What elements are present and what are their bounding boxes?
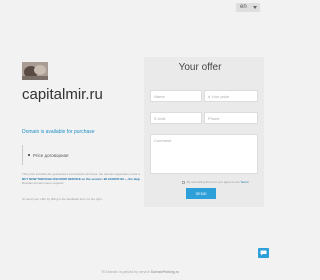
- terms-link[interactable]: Terms: [240, 180, 248, 184]
- phone-input[interactable]: Phone: [204, 112, 258, 124]
- footer: Tti Domain is parked by service DomainPa…: [0, 270, 280, 274]
- price-block: Price договорная: [22, 145, 134, 165]
- availability-text: Domain is available for purchase: [22, 129, 95, 135]
- email-placeholder: E-mail: [154, 116, 166, 121]
- price-input[interactable]: # Your price: [204, 90, 258, 102]
- terms-line: Russian domain name registrar: [22, 181, 64, 185]
- terms-checkbox[interactable]: [182, 180, 185, 184]
- comment-textarea[interactable]: Comment: [150, 134, 258, 174]
- name-input[interactable]: Name: [150, 90, 202, 102]
- offer-panel: [144, 57, 264, 207]
- email-input[interactable]: E-mail: [150, 112, 202, 124]
- language-selector[interactable]: en: [236, 3, 260, 12]
- phone-placeholder: Phone: [208, 116, 220, 121]
- price-label: Price договорная: [33, 153, 69, 158]
- terms-agreement: By submitting this form you agree to the…: [182, 180, 249, 184]
- send-button[interactable]: SEND: [186, 188, 216, 199]
- terms-prefix: By submitting this form you agree to the: [186, 180, 240, 184]
- domain-logo-image: [22, 62, 48, 80]
- chevron-down-icon: [253, 6, 257, 9]
- footer-link[interactable]: DomainParking.ru: [151, 270, 179, 274]
- comment-placeholder: Comment: [154, 138, 172, 143]
- language-label: en: [240, 4, 247, 10]
- domain-name: capitalmir.ru: [22, 86, 103, 103]
- bullet-icon: [28, 154, 30, 156]
- terms-line: This price includes the guarantee's comm…: [22, 172, 140, 176]
- price-placeholder: # Your price: [208, 94, 230, 99]
- chat-bubble-icon: [260, 250, 267, 256]
- contact-note: Or send your offer by filling in the fee…: [22, 197, 103, 201]
- offer-title: Your offer: [178, 62, 222, 73]
- footer-prefix: Tti Domain is parked by service: [101, 270, 150, 274]
- name-placeholder: Name: [154, 94, 165, 99]
- terms-text-block: This price includes the guarantee's comm…: [22, 172, 140, 186]
- chat-button[interactable]: [258, 248, 269, 258]
